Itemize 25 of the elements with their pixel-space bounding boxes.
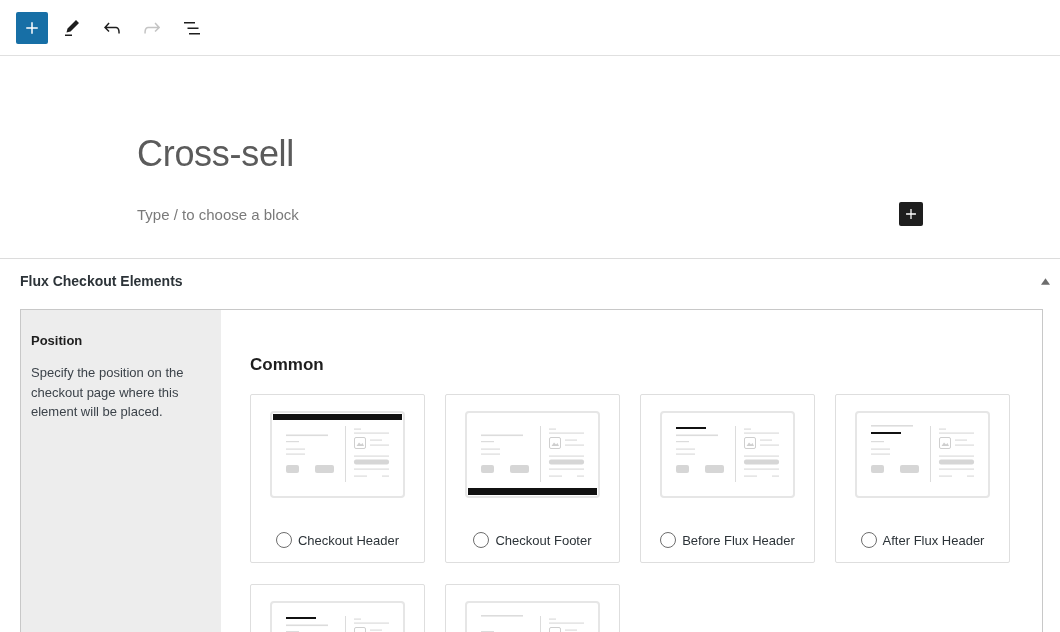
option-label: Before Flux Header	[682, 532, 795, 548]
block-inserter-button[interactable]	[16, 11, 48, 44]
triangle-up-icon[interactable]	[1041, 277, 1050, 285]
option-card[interactable]: Checkout Footer	[445, 394, 620, 563]
option-label: Checkout Footer	[495, 532, 592, 548]
pencil-icon	[64, 19, 80, 36]
paragraph-field[interactable]: Type / to choose a block	[137, 202, 879, 226]
plus-icon	[905, 208, 917, 220]
radio-button[interactable]	[275, 532, 292, 548]
option-card[interactable]: After Flux Header	[835, 394, 1010, 563]
plus-icon	[24, 19, 40, 36]
option-label: Checkout Header	[297, 532, 400, 548]
add-block-button[interactable]	[899, 202, 923, 226]
option-card[interactable]: Before Flux Header	[640, 394, 815, 563]
group-heading: Common	[250, 355, 324, 375]
option-card[interactable]: Checkout Header	[250, 394, 425, 563]
field-label: Position	[31, 333, 83, 349]
radio-button[interactable]	[860, 532, 877, 548]
option-label: After Flux Header	[882, 532, 985, 548]
list-icon	[184, 19, 200, 36]
post-title[interactable]: Cross-sell	[137, 130, 294, 178]
field-description: Specify the position on the checkout page where this element will be placed.	[31, 364, 185, 421]
radio-button[interactable]	[473, 532, 490, 548]
metabox-title: Flux Checkout Elements	[20, 273, 183, 289]
radio-button[interactable]	[660, 532, 677, 548]
